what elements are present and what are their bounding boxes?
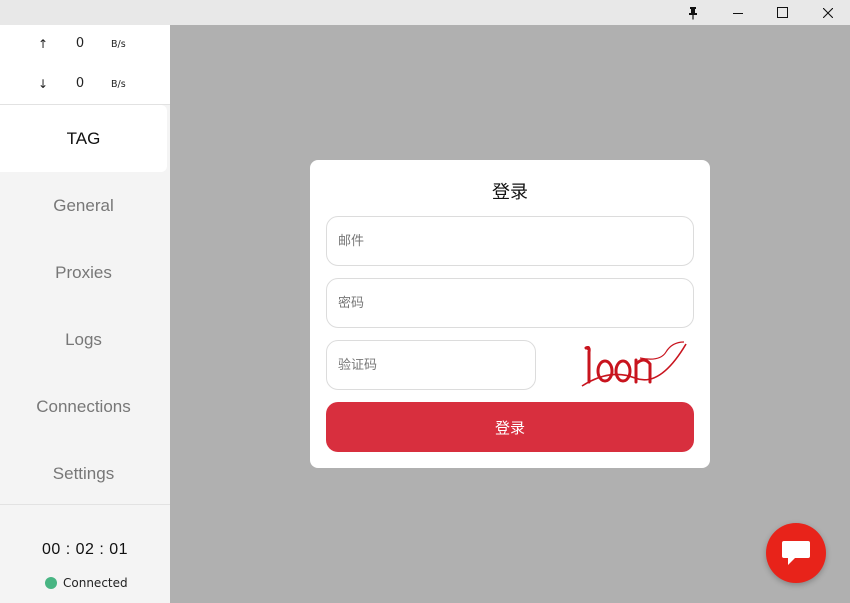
password-input[interactable] xyxy=(326,278,694,328)
connection-status: Connected xyxy=(45,575,128,591)
close-button[interactable] xyxy=(805,0,850,25)
sidebar-item-connections[interactable]: Connections xyxy=(0,373,167,440)
minimize-icon xyxy=(732,12,743,14)
chat-button[interactable] xyxy=(766,523,826,583)
sidebar: ↑ 0 B/s ↓ 0 B/s TAG General Proxies Logs… xyxy=(0,25,170,603)
upload-unit: B/s xyxy=(111,39,126,50)
upload-value: 0 xyxy=(75,36,85,51)
email-input[interactable] xyxy=(326,216,694,266)
sidebar-item-tag[interactable]: TAG xyxy=(0,105,167,172)
sidebar-item-logs[interactable]: Logs xyxy=(0,306,167,373)
download-unit: B/s xyxy=(111,79,126,90)
captcha-input[interactable] xyxy=(326,340,536,390)
pin-button[interactable] xyxy=(670,0,715,25)
download-arrow-icon: ↓ xyxy=(38,77,49,91)
sidebar-item-settings[interactable]: Settings xyxy=(0,440,167,507)
modal-overlay: 登录 登录 xyxy=(170,25,850,603)
login-button[interactable]: 登录 xyxy=(326,402,694,452)
upload-arrow-icon: ↑ xyxy=(38,37,49,51)
minimize-button[interactable] xyxy=(715,0,760,25)
sidebar-item-general[interactable]: General xyxy=(0,172,167,239)
pin-icon xyxy=(688,6,697,19)
upload-rate: ↑ 0 B/s xyxy=(0,35,170,55)
sidebar-nav: TAG General Proxies Logs Connections Set… xyxy=(0,105,170,507)
connection-info: 00 : 02 : 01 Connected xyxy=(0,504,170,603)
dialog-title: 登录 xyxy=(492,182,528,203)
status-label: Connected xyxy=(63,576,128,590)
maximize-button[interactable] xyxy=(760,0,805,25)
login-dialog: 登录 登录 xyxy=(310,160,710,468)
captcha-image[interactable] xyxy=(580,338,688,392)
download-rate: ↓ 0 B/s xyxy=(0,75,170,95)
maximize-icon xyxy=(777,7,788,18)
chat-bubble-icon xyxy=(782,541,810,565)
title-bar xyxy=(0,0,850,25)
status-dot-icon xyxy=(45,577,57,589)
download-value: 0 xyxy=(75,76,85,91)
sidebar-item-proxies[interactable]: Proxies xyxy=(0,239,167,306)
close-icon xyxy=(822,7,833,18)
connection-timer: 00 : 02 : 01 xyxy=(41,541,129,558)
traffic-monitor: ↑ 0 B/s ↓ 0 B/s xyxy=(0,25,170,105)
